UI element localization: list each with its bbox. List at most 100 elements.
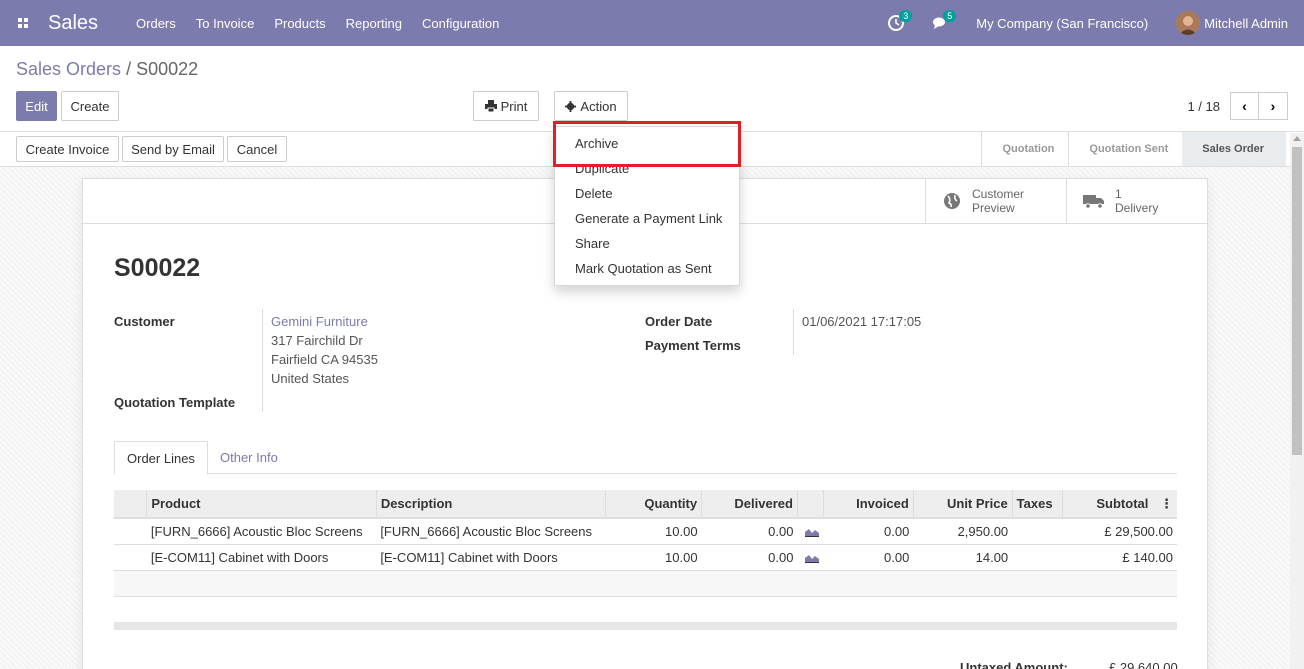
messages-badge: 5 <box>943 10 957 22</box>
order-date-value: 01/06/2021 17:17:05 <box>802 314 922 329</box>
chevron-left-icon: ‹ <box>1242 98 1247 114</box>
customer-address-line1: 317 Fairchild Dr <box>271 333 363 348</box>
user-avatar[interactable] <box>1176 11 1201 35</box>
untaxed-amount-label: Untaxed Amount: <box>960 660 1068 669</box>
cell-subtotal: £ 29,500.00 <box>1062 518 1177 545</box>
menu-item-generate-payment-link[interactable]: Generate a Payment Link <box>575 211 722 226</box>
cell-unit-price: 2,950.00 <box>913 518 1013 545</box>
table-row[interactable]: [FURN_6666] Acoustic Bloc Screens [FURN_… <box>114 518 1177 545</box>
delivery-count: 1 <box>1115 187 1122 201</box>
menu-item-delete[interactable]: Delete <box>575 186 613 201</box>
table-footer <box>114 622 1177 630</box>
status-steps: Quotation Quotation Sent Sales Order <box>981 132 1286 166</box>
company-switcher[interactable]: My Company (San Francisco) <box>976 16 1148 31</box>
pager-previous-button[interactable]: ‹ <box>1230 92 1259 120</box>
create-invoice-button[interactable]: Create Invoice <box>16 136 119 162</box>
pager-value[interactable]: 1 / 18 <box>1187 99 1220 114</box>
customer-preview-button[interactable]: Customer Preview <box>925 179 1066 223</box>
scrollbar[interactable] <box>1290 133 1304 669</box>
menu-item-duplicate[interactable]: Duplicate <box>575 166 629 176</box>
subtotal-header-label: Subtotal <box>1096 495 1149 511</box>
field-separator <box>793 309 794 355</box>
action-button[interactable]: Action <box>554 91 628 121</box>
app-title[interactable]: Sales <box>48 12 98 35</box>
menu-item-archive[interactable]: Archive <box>575 136 618 151</box>
activity-icon[interactable]: 3 <box>888 10 913 31</box>
column-header-invoiced[interactable]: Invoiced <box>822 490 914 519</box>
forecast-graph-icon[interactable] <box>797 544 824 571</box>
edit-button[interactable]: Edit <box>16 91 57 121</box>
cell-quantity: 10.00 <box>605 544 702 571</box>
menu-orders[interactable]: Orders <box>136 16 176 31</box>
menu-configuration[interactable]: Configuration <box>422 16 499 31</box>
order-name: S00022 <box>114 254 201 282</box>
optional-columns-icon[interactable]: ⋮ <box>1160 496 1173 511</box>
column-header-delivered[interactable]: Delivered <box>701 490 798 519</box>
delivery-button[interactable]: 1 Delivery <box>1066 179 1207 223</box>
customer-address-line3: United States <box>271 371 350 386</box>
cell-description: [E-COM11] Cabinet with Doors <box>376 544 606 571</box>
print-button[interactable]: Print <box>473 91 539 121</box>
menu-item-mark-quotation-sent[interactable]: Mark Quotation as Sent <box>575 261 712 276</box>
action-label: Action <box>580 98 617 114</box>
cell-subtotal: £ 140.00 <box>1062 544 1177 571</box>
scroll-up-arrow-icon[interactable] <box>1293 136 1301 141</box>
menu-item-share[interactable]: Share <box>575 236 610 251</box>
tab-other-info[interactable]: Other Info <box>208 441 290 474</box>
cell-quantity: 10.00 <box>605 518 702 545</box>
cell-unit-price: 14.00 <box>913 544 1013 571</box>
smart-button-box: Customer Preview 1 Delivery <box>925 179 1207 223</box>
column-header-description[interactable]: Description <box>375 490 606 519</box>
customer-link[interactable]: Gemini Furniture <box>271 314 368 329</box>
breadcrumb: Sales Orders / S00022 <box>16 59 198 80</box>
gear-icon <box>565 100 577 112</box>
order-lines-table: Product Description Quantity Delivered I… <box>114 490 1177 623</box>
scrollbar-thumb[interactable] <box>1292 147 1302 455</box>
column-header-subtotal[interactable]: Subtotal ⋮ <box>1061 490 1177 519</box>
payment-terms-label: Payment Terms <box>645 338 741 353</box>
status-step-quotation-sent[interactable]: Quotation Sent <box>1068 132 1182 166</box>
pager: 1 / 18 ‹ › <box>1187 92 1288 120</box>
send-email-button[interactable]: Send by Email <box>122 136 224 162</box>
print-label: Print <box>500 98 528 114</box>
apps-menu-icon[interactable] <box>0 0 46 46</box>
column-header-quantity[interactable]: Quantity <box>605 490 702 519</box>
status-step-quotation[interactable]: Quotation <box>981 132 1068 166</box>
print-icon <box>484 100 497 112</box>
forecast-graph-icon[interactable] <box>797 518 824 545</box>
field-separator <box>262 309 263 412</box>
empty-row <box>114 596 1177 623</box>
activity-badge: 3 <box>899 10 913 22</box>
breadcrumb-current: S00022 <box>136 59 199 79</box>
table-header-row: Product Description Quantity Delivered I… <box>114 490 1177 519</box>
cell-delivered: 0.00 <box>701 544 798 571</box>
tab-order-lines[interactable]: Order Lines <box>114 441 208 475</box>
messages-icon[interactable]: 5 <box>932 10 957 31</box>
customer-preview-line2: Preview <box>972 201 1015 215</box>
user-name[interactable]: Mitchell Admin <box>1204 16 1288 31</box>
globe-icon <box>944 193 960 209</box>
cell-taxes <box>1012 518 1063 545</box>
menu-to-invoice[interactable]: To Invoice <box>196 16 255 31</box>
empty-row <box>114 570 1177 597</box>
pager-next-button[interactable]: › <box>1259 92 1288 120</box>
breadcrumb-parent[interactable]: Sales Orders <box>16 59 121 79</box>
cell-invoiced: 0.00 <box>823 544 914 571</box>
menu-reporting[interactable]: Reporting <box>346 16 402 31</box>
create-button[interactable]: Create <box>61 91 119 121</box>
cell-taxes <box>1012 544 1063 571</box>
cancel-button[interactable]: Cancel <box>227 136 287 162</box>
table-row[interactable]: [E-COM11] Cabinet with Doors [E-COM11] C… <box>114 544 1177 571</box>
status-step-sales-order[interactable]: Sales Order <box>1182 132 1286 166</box>
customer-label: Customer <box>114 314 175 329</box>
breadcrumb-separator: / <box>126 59 132 79</box>
handle-column-header <box>114 490 147 519</box>
order-date-label: Order Date <box>645 314 713 329</box>
cell-delivered: 0.00 <box>701 518 798 545</box>
top-navbar: Sales Orders To Invoice Products Reporti… <box>0 0 1304 46</box>
column-header-product[interactable]: Product <box>146 490 377 519</box>
menu-products[interactable]: Products <box>274 16 325 31</box>
column-header-taxes[interactable]: Taxes <box>1011 490 1063 519</box>
delivery-label: Delivery <box>1115 201 1159 215</box>
column-header-unit-price[interactable]: Unit Price <box>912 490 1013 519</box>
